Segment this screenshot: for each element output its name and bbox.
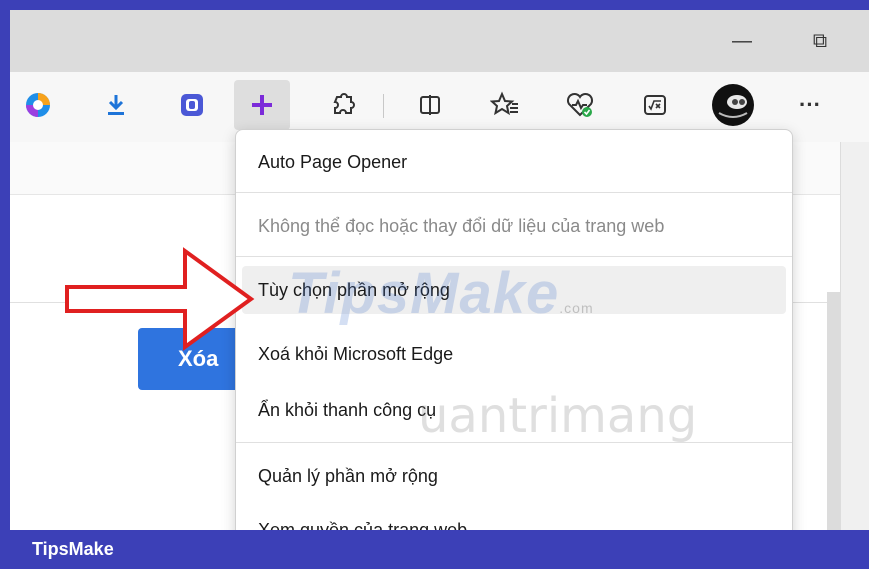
profile-button[interactable] (705, 80, 761, 130)
title-bar: — ⧉ (10, 10, 869, 72)
extension-context-menu: Auto Page Opener Không thể đọc hoặc thay… (235, 129, 793, 530)
menu-item-auto-page-opener[interactable]: Auto Page Opener (236, 138, 792, 186)
menu-item-site-access-info: Không thể đọc hoặc thay đổi dữ liệu của … (258, 215, 665, 236)
extensions-button[interactable] (315, 80, 371, 130)
password-manager-button[interactable] (164, 80, 220, 130)
math-solver-icon (644, 95, 666, 115)
download-icon (108, 95, 124, 115)
menu-separator (236, 192, 792, 193)
footer-brand-bar: TipsMake (0, 530, 869, 569)
extensions-icon (333, 93, 355, 114)
favorites-button[interactable] (477, 80, 533, 130)
side-panel-strip (840, 142, 869, 530)
restore-button[interactable]: ⧉ (800, 26, 840, 56)
password-manager-icon (181, 94, 203, 116)
favorites-icon (490, 91, 518, 116)
browser-essentials-icon (566, 92, 594, 117)
profile-avatar-icon (712, 84, 754, 126)
copilot-icon (26, 93, 50, 117)
downloads-button[interactable] (88, 80, 144, 130)
split-screen-button[interactable] (402, 80, 458, 130)
watermark-logo-secondary: uantrimang (418, 388, 698, 444)
toolbar-separator (383, 94, 384, 118)
watermark-logo: TipsMake.com (288, 261, 594, 326)
minimize-button[interactable]: — (722, 26, 762, 56)
scrollbar-thumb[interactable] (827, 292, 841, 530)
menu-item-remove-from-edge[interactable]: Xoá khỏi Microsoft Edge (236, 330, 792, 378)
menu-separator (236, 256, 792, 257)
add-extension-button[interactable] (234, 80, 290, 130)
menu-item-manage-extensions[interactable]: Quản lý phần mở rộng (236, 452, 792, 500)
browser-window: — ⧉ ··· Xóa Auto Page Opener Không thể đ… (10, 10, 869, 530)
more-options-icon: ··· (799, 92, 821, 117)
more-options-button[interactable]: ··· (782, 80, 838, 130)
pointer-arrow-icon (65, 247, 255, 351)
browser-essentials-button[interactable] (552, 80, 608, 130)
copilot-button[interactable] (10, 80, 66, 130)
menu-item-view-site-permissions[interactable]: Xem quyền của trang web (236, 506, 792, 531)
math-solver-button[interactable] (627, 80, 683, 130)
split-screen-icon (420, 95, 440, 115)
add-extension-icon (252, 95, 272, 115)
